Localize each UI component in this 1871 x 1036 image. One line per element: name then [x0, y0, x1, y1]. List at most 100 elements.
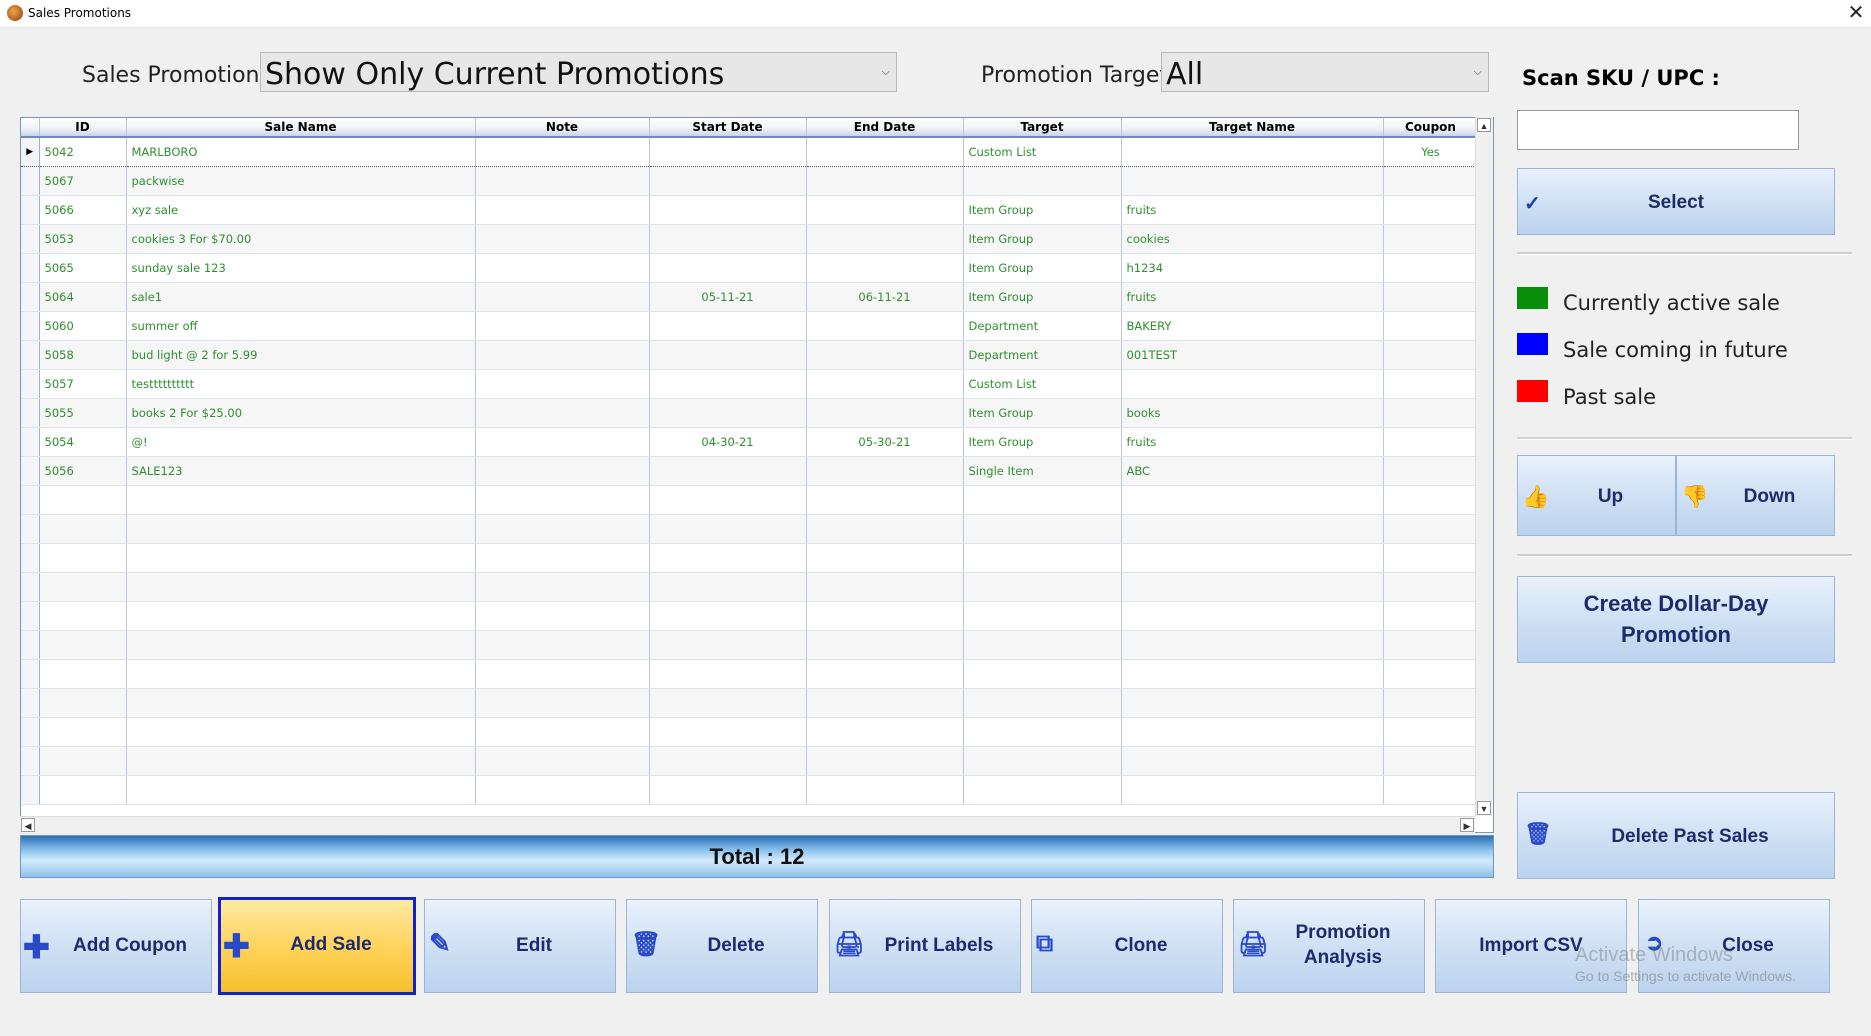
- table-cell: 5054: [39, 427, 127, 457]
- table-cell: [649, 630, 807, 660]
- scroll-up-icon[interactable]: ▲: [1477, 118, 1491, 132]
- table-cell: [1383, 746, 1479, 776]
- table-row[interactable]: 5058 bud light @ 2 for 5.99 Department 001T…: [21, 340, 1479, 370]
- table-cell: [963, 572, 1122, 602]
- table-row[interactable]: 5065 sunday sale 123 Item Group h1234: [21, 253, 1479, 283]
- table-cell: [806, 369, 964, 399]
- table-row[interactable]: 5067 packwise: [21, 166, 1479, 196]
- table-cell: [1383, 340, 1479, 370]
- scroll-right-icon[interactable]: ▶: [1460, 818, 1474, 832]
- table-cell: [126, 688, 476, 718]
- column-header-start-date[interactable]: Start Date: [649, 118, 807, 138]
- table-cell: [649, 456, 807, 486]
- row-header[interactable]: [21, 427, 40, 457]
- table-cell: [806, 717, 964, 747]
- table-cell: cookies 3 For $70.00: [126, 224, 476, 254]
- row-header[interactable]: [21, 224, 40, 254]
- column-header-target-name[interactable]: Target Name: [1121, 118, 1384, 138]
- grid-horizontal-scrollbar[interactable]: ◀ ▶: [20, 816, 1475, 834]
- print-labels-button[interactable]: 🖨 Print Labels: [829, 899, 1021, 993]
- scroll-down-icon[interactable]: ▼: [1477, 801, 1491, 815]
- edit-button[interactable]: ✎ Edit: [424, 899, 616, 993]
- table-row[interactable]: 5057 testttttttttt Custom List: [21, 369, 1479, 399]
- table-cell: [806, 601, 964, 631]
- column-header-note[interactable]: Note: [475, 118, 650, 138]
- table-cell: MARLBORO: [126, 136, 476, 167]
- table-row[interactable]: 5054 @! 04-30-21 05-30-21 Item Group fruits: [21, 427, 1479, 457]
- add-sale-button[interactable]: ✚ Add Sale: [218, 897, 416, 995]
- column-header-id[interactable]: ID: [39, 118, 127, 138]
- table-row[interactable]: 5053 cookies 3 For $70.00 Item Group cookie…: [21, 224, 1479, 254]
- table-row[interactable]: ▶ 5042 MARLBORO Custom List Yes: [21, 136, 1479, 167]
- scan-sku-input[interactable]: [1517, 110, 1799, 150]
- table-cell: [1383, 572, 1479, 602]
- create-dollar-day-button[interactable]: Create Dollar-Day Promotion: [1517, 576, 1835, 663]
- move-up-button[interactable]: 👍 Up: [1517, 455, 1676, 536]
- table-cell: [39, 630, 127, 660]
- row-header: [21, 601, 40, 631]
- table-cell: [1121, 136, 1384, 167]
- table-cell: [649, 572, 807, 602]
- table-cell: [649, 253, 807, 283]
- row-header[interactable]: [21, 195, 40, 225]
- row-header[interactable]: [21, 311, 40, 341]
- window-close-icon[interactable]: ✕: [1843, 1, 1869, 25]
- promotion-analysis-button[interactable]: 🖨 Promotion Analysis: [1233, 899, 1425, 993]
- table-cell: Item Group: [963, 398, 1122, 428]
- column-header-target[interactable]: Target: [963, 118, 1122, 138]
- select-button[interactable]: ✓ Select: [1517, 168, 1835, 235]
- empty-table-row: [21, 543, 1479, 573]
- promotions-filter-dropdown[interactable]: Show Only Current Promotions ⌵: [260, 52, 897, 92]
- empty-table-row: [21, 717, 1479, 747]
- row-header[interactable]: [21, 456, 40, 486]
- scroll-left-icon[interactable]: ◀: [21, 818, 35, 832]
- table-cell: [475, 253, 650, 283]
- table-row[interactable]: 5064 sale1 05-11-21 06-11-21 Item Group fruit…: [21, 282, 1479, 312]
- target-filter-value: All: [1166, 57, 1204, 92]
- table-cell: cookies: [1121, 224, 1384, 254]
- table-cell: sunday sale 123: [126, 253, 476, 283]
- delete-button[interactable]: 🗑 Delete: [626, 899, 818, 993]
- table-cell: [649, 369, 807, 399]
- row-header[interactable]: ▶: [21, 136, 40, 167]
- row-header: [21, 775, 40, 805]
- row-header: [21, 659, 40, 689]
- row-header[interactable]: [21, 282, 40, 312]
- table-cell: [649, 311, 807, 341]
- edit-label: Edit: [516, 935, 552, 956]
- table-row[interactable]: 5066 xyz sale Item Group fruits: [21, 195, 1479, 225]
- table-cell: [126, 659, 476, 689]
- promotions-table: ID Sale Name Note Start Date End Date Ta…: [21, 118, 1479, 805]
- column-header-sale-name[interactable]: Sale Name: [126, 118, 476, 138]
- row-header[interactable]: [21, 369, 40, 399]
- table-cell: [126, 572, 476, 602]
- app-icon: [7, 5, 23, 21]
- promotions-grid[interactable]: ID Sale Name Note Start Date End Date Ta…: [20, 117, 1494, 833]
- table-cell: [475, 659, 650, 689]
- table-row[interactable]: 5055 books 2 For $25.00 Item Group books: [21, 398, 1479, 428]
- window-title: Sales Promotions: [28, 6, 132, 20]
- row-header[interactable]: [21, 398, 40, 428]
- table-row[interactable]: 5060 summer off Department BAKERY: [21, 311, 1479, 341]
- row-header[interactable]: [21, 253, 40, 283]
- grid-vertical-scrollbar[interactable]: ▲ ▼: [1475, 117, 1493, 816]
- table-cell: [475, 775, 650, 805]
- row-header[interactable]: [21, 166, 40, 196]
- table-row[interactable]: 5056 SALE123 Single Item ABC: [21, 456, 1479, 486]
- move-down-button[interactable]: 👎 Down: [1676, 455, 1835, 536]
- column-header-end-date[interactable]: End Date: [806, 118, 964, 138]
- row-header: [21, 543, 40, 573]
- table-cell: [1383, 514, 1479, 544]
- column-header-coupon[interactable]: Coupon: [1383, 118, 1479, 138]
- table-cell: [806, 485, 964, 515]
- row-header[interactable]: [21, 340, 40, 370]
- table-cell: [475, 398, 650, 428]
- table-cell: [1121, 369, 1384, 399]
- table-cell: [806, 659, 964, 689]
- add-coupon-button[interactable]: ✚ Add Coupon: [20, 899, 212, 993]
- target-filter-dropdown[interactable]: All ⌵: [1161, 52, 1489, 92]
- table-cell: 5053: [39, 224, 127, 254]
- table-cell: fruits: [1121, 427, 1384, 457]
- delete-past-sales-button[interactable]: 🗑 Delete Past Sales: [1517, 792, 1835, 879]
- clone-button[interactable]: ⧉ Clone: [1031, 899, 1223, 993]
